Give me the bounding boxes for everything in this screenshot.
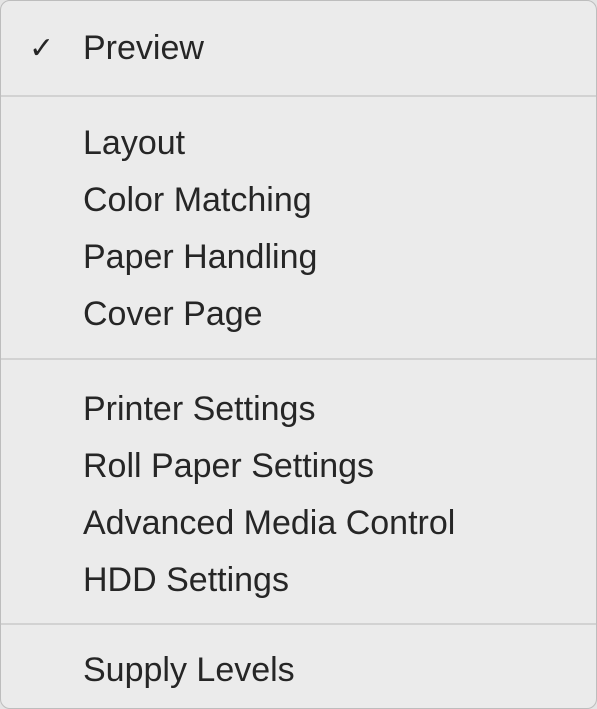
menu-item-paper-handling[interactable]: Paper Handling: [1, 229, 596, 286]
menu-item-cover-page[interactable]: Cover Page: [1, 286, 596, 343]
menu-section-supply: Supply Levels: [1, 642, 596, 699]
menu-separator: [1, 358, 596, 360]
menu-item-label: Preview: [83, 29, 204, 67]
menu-item-printer-settings[interactable]: Printer Settings: [1, 381, 596, 438]
print-options-menu: ✓ Preview Layout Color Matching Paper Ha…: [0, 0, 597, 709]
menu-item-label: HDD Settings: [83, 561, 289, 599]
menu-item-label: Printer Settings: [83, 390, 316, 428]
menu-item-roll-paper-settings[interactable]: Roll Paper Settings: [1, 438, 596, 495]
menu-item-label: Layout: [83, 124, 186, 162]
menu-item-color-matching[interactable]: Color Matching: [1, 172, 596, 229]
menu-item-label: Roll Paper Settings: [83, 447, 375, 485]
menu-item-label: Supply Levels: [83, 651, 295, 689]
menu-item-advanced-media-control[interactable]: Advanced Media Control: [1, 495, 596, 552]
menu-item-hdd-settings[interactable]: HDD Settings: [1, 552, 596, 609]
menu-item-label: Color Matching: [83, 181, 312, 219]
menu-separator: [1, 95, 596, 97]
menu-item-preview[interactable]: ✓ Preview: [1, 20, 596, 77]
menu-section-page-options: Layout Color Matching Paper Handling Cov…: [1, 115, 596, 343]
checkmark-icon: ✓: [29, 32, 55, 65]
menu-item-label: Advanced Media Control: [83, 504, 456, 542]
menu-separator: [1, 623, 596, 625]
menu-section-printer-options: Printer Settings Roll Paper Settings Adv…: [1, 381, 596, 609]
menu-section-preview: ✓ Preview: [1, 20, 596, 77]
menu-item-supply-levels[interactable]: Supply Levels: [1, 642, 596, 699]
menu-item-layout[interactable]: Layout: [1, 115, 596, 172]
menu-item-label: Paper Handling: [83, 238, 318, 276]
menu-item-label: Cover Page: [83, 295, 263, 333]
